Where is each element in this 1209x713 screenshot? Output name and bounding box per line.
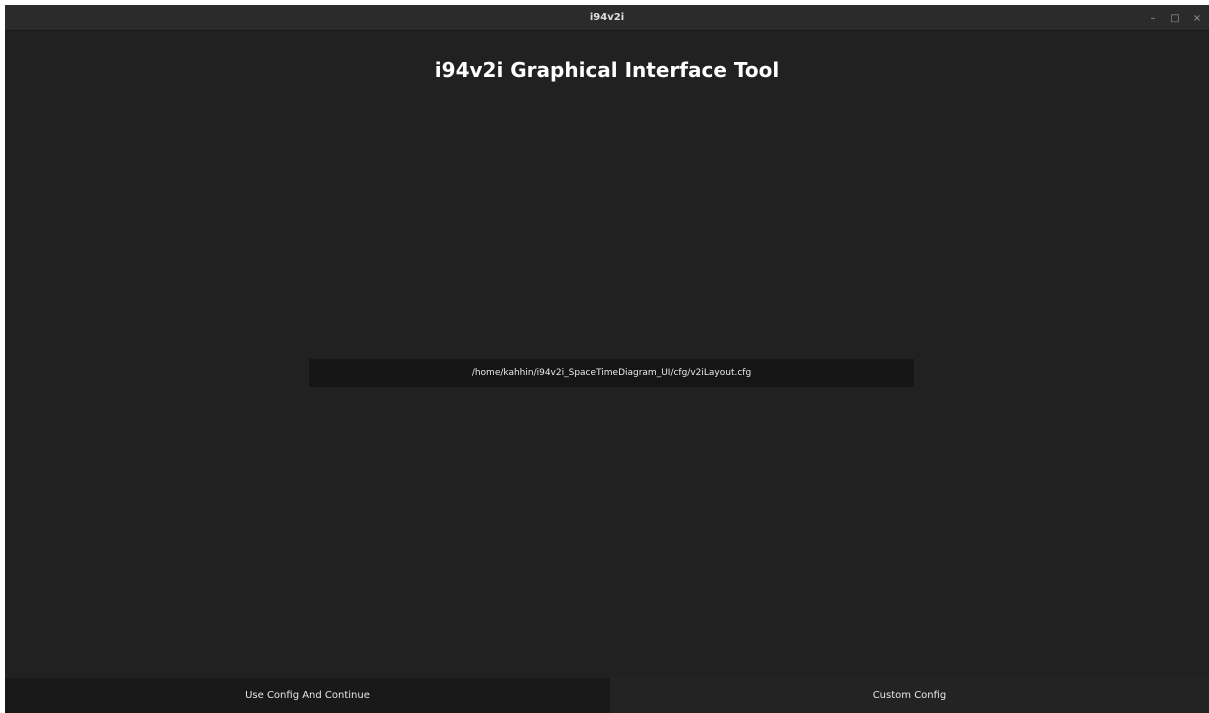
title-bar[interactable]: i94v2i – □ × <box>5 5 1209 31</box>
use-config-button[interactable]: Use Config And Continue <box>5 678 610 713</box>
close-icon[interactable]: × <box>1189 10 1205 26</box>
page-title: i94v2i Graphical Interface Tool <box>434 58 780 82</box>
custom-config-button[interactable]: Custom Config <box>610 678 1209 713</box>
config-path-field[interactable]: /home/kahhin/i94v2i_SpaceTimeDiagram_UI/… <box>309 359 914 387</box>
window-controls: – □ × <box>1145 5 1205 31</box>
maximize-icon[interactable]: □ <box>1167 10 1183 26</box>
minimize-icon[interactable]: – <box>1145 10 1161 26</box>
window-title: i94v2i <box>589 12 625 23</box>
footer-button-bar: Use Config And Continue Custom Config <box>5 678 1209 713</box>
app-window: i94v2i – □ × i94v2i Graphical Interface … <box>5 5 1209 713</box>
